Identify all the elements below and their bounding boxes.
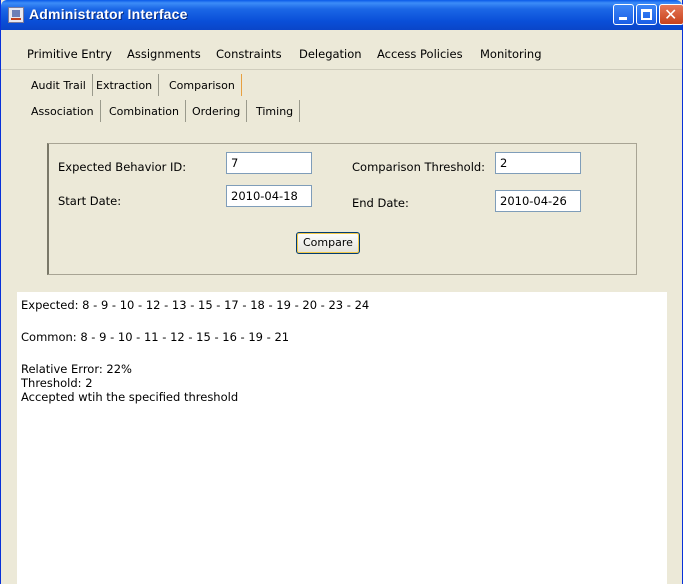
title-bar[interactable]: Administrator Interface ✕ xyxy=(1,0,683,30)
menu-monitoring[interactable]: Monitoring xyxy=(480,47,542,61)
secondary-tab-row: Association Combination Ordering Timing xyxy=(1,100,682,124)
minimize-button[interactable] xyxy=(613,4,634,25)
tab-timing[interactable]: Timing xyxy=(252,100,301,122)
common-line: Common: 8 - 9 - 10 - 11 - 12 - 15 - 16 -… xyxy=(21,330,290,344)
start-date-field[interactable]: 2010-04-18 xyxy=(226,185,312,207)
maximize-icon xyxy=(641,9,652,20)
result-line: Accepted wtih the specified threshold xyxy=(21,390,239,404)
maximize-button[interactable] xyxy=(636,4,657,25)
start-date-label: Start Date: xyxy=(58,194,122,208)
compare-button[interactable]: Compare xyxy=(296,232,360,254)
window-title: Administrator Interface xyxy=(29,6,188,22)
menu-access-policies[interactable]: Access Policies xyxy=(377,47,463,61)
comparison-form-panel: Expected Behavior ID: 7 Comparison Thres… xyxy=(47,143,637,275)
comparison-threshold-field[interactable]: 2 xyxy=(495,152,581,174)
primary-tab-row: Audit Trail Extraction Comparison xyxy=(1,74,682,98)
tab-extraction[interactable]: Extraction xyxy=(92,74,160,96)
menu-assignments[interactable]: Assignments xyxy=(127,47,201,61)
close-button[interactable]: ✕ xyxy=(659,4,683,25)
menu-constraints[interactable]: Constraints xyxy=(216,47,282,61)
tab-ordering[interactable]: Ordering xyxy=(188,100,248,122)
expected-line: Expected: 8 - 9 - 10 - 12 - 13 - 15 - 17… xyxy=(21,298,370,312)
comparison-output-area[interactable]: Expected: 8 - 9 - 10 - 12 - 13 - 15 - 17… xyxy=(17,292,667,584)
menu-delegation[interactable]: Delegation xyxy=(299,47,362,61)
app-window: Administrator Interface ✕ Primitive Entr… xyxy=(0,0,683,584)
java-app-icon xyxy=(8,7,24,23)
threshold-line: Threshold: 2 xyxy=(21,376,93,390)
minimize-icon xyxy=(619,17,627,20)
menu-bar: Primitive Entry Assignments Constraints … xyxy=(1,30,682,70)
tab-comparison[interactable]: Comparison xyxy=(165,74,242,96)
comparison-threshold-label: Comparison Threshold: xyxy=(352,160,486,174)
behavior-id-field[interactable]: 7 xyxy=(226,152,312,174)
tab-audit-trail[interactable]: Audit Trail xyxy=(27,74,93,96)
tab-combination[interactable]: Combination xyxy=(105,100,186,122)
menu-primitive-entry[interactable]: Primitive Entry xyxy=(27,47,112,61)
end-date-field[interactable]: 2010-04-26 xyxy=(495,190,581,212)
close-icon: ✕ xyxy=(664,5,678,24)
tab-association[interactable]: Association xyxy=(27,100,101,122)
behavior-id-label: Expected Behavior ID: xyxy=(58,160,187,174)
end-date-label: End Date: xyxy=(352,196,409,210)
relative-error-line: Relative Error: 22% xyxy=(21,362,132,376)
